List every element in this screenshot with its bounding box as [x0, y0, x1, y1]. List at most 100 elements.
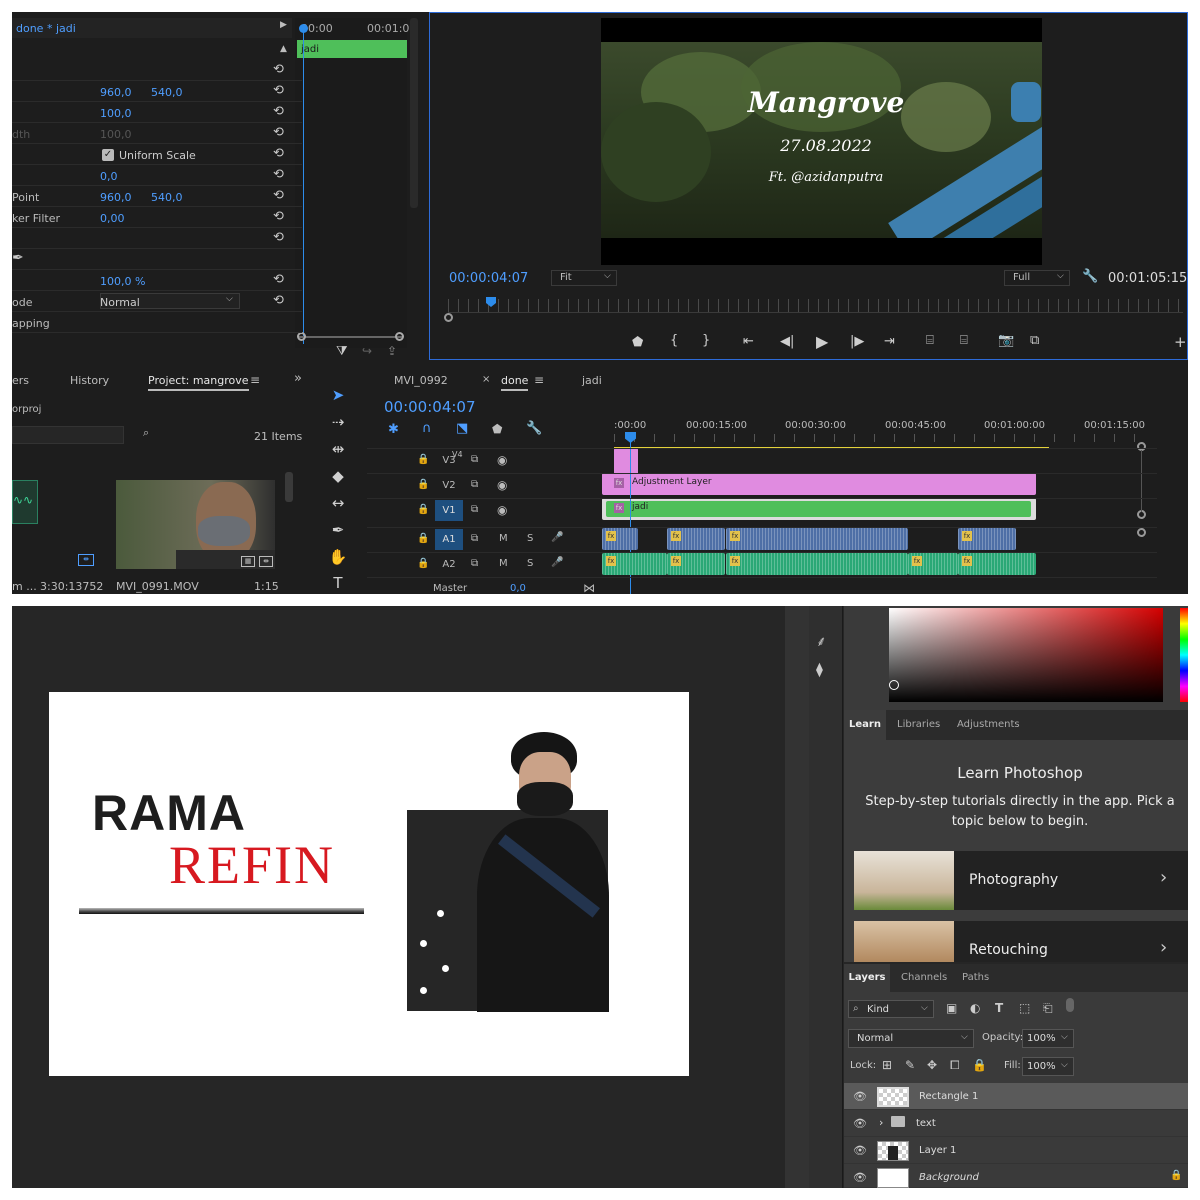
layer-rectangle-1[interactable]: 👁 Rectangle 1 — [844, 1083, 1188, 1110]
reset-icon[interactable]: ⟲ — [273, 62, 284, 77]
pen-tool-icon[interactable]: ✒ — [328, 521, 348, 539]
ec-playhead[interactable] — [303, 24, 304, 344]
sync-lock-icon[interactable]: ⧉ — [471, 533, 478, 544]
go-to-out-icon[interactable]: ⇥ — [884, 334, 895, 349]
reset-icon[interactable]: ⟲ — [273, 167, 284, 182]
clip-a2-audio[interactable]: fx — [908, 553, 958, 575]
effect-row-value1[interactable]: Uniform Scale — [119, 149, 196, 162]
effect-row-value1[interactable]: 960,0 — [100, 191, 132, 204]
chevron-right-icon[interactable]: › — [879, 1116, 883, 1129]
program-scrubber[interactable] — [448, 299, 1183, 313]
color-picker-cursor[interactable] — [889, 680, 899, 690]
reset-icon[interactable]: ⟲ — [273, 209, 284, 224]
layer-name[interactable]: text — [916, 1118, 936, 1129]
tab-layers[interactable]: Layers — [844, 964, 890, 992]
filter-smart-object-icon[interactable]: ⎗ — [1043, 1001, 1053, 1016]
hand-tool-icon[interactable]: ✋ — [328, 548, 348, 566]
project-item-audio[interactable]: ∿∿ — [12, 480, 38, 524]
linked-selection-icon[interactable]: ⬔ — [456, 421, 468, 436]
master-toggle-icon[interactable]: ⋈ — [583, 581, 595, 594]
tab-done[interactable]: done — [501, 374, 529, 391]
layer-group-text[interactable]: 👁 › text — [844, 1110, 1188, 1137]
lock-image-icon[interactable]: ✎ — [905, 1058, 915, 1072]
tab-adjustments[interactable]: Adjustments — [957, 719, 1020, 730]
eye-icon[interactable]: 👁 — [853, 1090, 867, 1103]
tab-project[interactable]: Project: mangrove — [148, 374, 249, 391]
fill-input[interactable]: 100% ⌵ — [1022, 1057, 1074, 1076]
reset-icon[interactable]: ⟲ — [273, 272, 284, 287]
reset-icon[interactable]: ⟲ — [273, 188, 284, 203]
lock-all-icon[interactable]: 🔒 — [972, 1058, 987, 1072]
clip-a1-audio[interactable]: fx — [726, 528, 908, 550]
adjustments-icon[interactable]: ⧫ — [816, 662, 823, 678]
eye-icon[interactable]: ◉ — [497, 453, 507, 467]
fit-dropdown[interactable]: Fit ⌵ — [551, 270, 617, 286]
lock-icon[interactable]: 🔒 — [417, 454, 429, 465]
effect-row-value2[interactable]: 540,0 — [151, 86, 183, 99]
reset-icon[interactable]: ⟲ — [273, 230, 284, 245]
color-field[interactable] — [889, 608, 1163, 702]
camera-icon[interactable]: 📷 — [998, 333, 1014, 348]
marker-icon[interactable]: ⬟ — [632, 335, 643, 350]
track-label[interactable]: A2 — [435, 554, 463, 575]
track-label[interactable]: V2 — [435, 475, 463, 496]
hue-slider[interactable] — [1180, 608, 1188, 702]
slip-tool-icon[interactable]: ↔ — [328, 494, 348, 512]
mark-out-icon[interactable]: } — [702, 333, 710, 348]
mic-icon[interactable]: 🎤 — [551, 532, 563, 543]
effect-row-value1[interactable]: 100,0 — [100, 128, 132, 141]
eye-icon[interactable]: ◉ — [497, 478, 507, 492]
clip-a2-audio[interactable]: fx — [667, 553, 725, 575]
wrench-icon[interactable]: 🔧 — [1082, 269, 1098, 284]
effect-row-value1[interactable]: 100,0 — [100, 107, 132, 120]
clip-a1-audio[interactable]: fx — [667, 528, 725, 550]
selection-tool-icon[interactable]: ➤ — [328, 386, 348, 404]
add-button-icon[interactable]: + — [1174, 333, 1187, 351]
lock-icon[interactable]: 🔒 — [417, 504, 429, 515]
extract-icon[interactable]: ⌸ — [960, 333, 968, 348]
tab-paths[interactable]: Paths — [962, 972, 989, 983]
search-input[interactable] — [12, 426, 124, 444]
brush-settings-icon[interactable]: ⸙ — [816, 632, 827, 651]
solo-button[interactable]: S — [527, 558, 533, 569]
timeline-wrench-icon[interactable]: 🔧 — [526, 421, 542, 436]
mute-button[interactable]: M — [499, 533, 508, 544]
tab-history[interactable]: History — [70, 374, 109, 387]
sync-lock-icon[interactable]: ⧉ — [471, 479, 478, 490]
filter-type-icon[interactable]: T — [995, 1001, 1003, 1015]
step-forward-icon[interactable]: |▶ — [850, 334, 864, 349]
filter-image-icon[interactable]: ▣ — [946, 1001, 957, 1015]
clip-a2-audio[interactable]: fx — [958, 553, 1036, 575]
ec-zoom-scroll[interactable] — [299, 336, 403, 338]
snap-icon[interactable]: ✱ — [388, 422, 399, 437]
track-label[interactable]: V1 — [435, 500, 463, 521]
lock-icon[interactable]: 🔒 — [417, 558, 429, 569]
tab-mvi0992[interactable]: MVI_0992 — [394, 374, 448, 387]
reset-icon[interactable]: ⟲ — [273, 125, 284, 140]
expand-arrow-icon[interactable]: ▲ — [280, 44, 287, 54]
bin-search-icon[interactable]: ⌕ — [143, 426, 149, 440]
filter-toggle-icon[interactable] — [1066, 998, 1074, 1012]
clip-a1-audio[interactable]: fx — [602, 528, 638, 550]
solo-button[interactable]: S — [527, 533, 533, 544]
effect-row-value1[interactable]: 100,0 % — [100, 275, 145, 288]
menu-icon[interactable]: ≡ — [250, 373, 260, 387]
opacity-input[interactable]: 100% ⌵ — [1022, 1029, 1074, 1048]
menu-icon[interactable]: ≡ — [534, 373, 544, 387]
mark-in-icon[interactable]: { — [670, 333, 678, 348]
mic-icon[interactable]: 🎤 — [551, 557, 563, 568]
effect-row-value1[interactable]: Normal — [100, 296, 140, 309]
effect-row-value1[interactable]: 960,0 — [100, 86, 132, 99]
track-select-tool-icon[interactable]: ⇢ — [328, 413, 348, 431]
layer-background[interactable]: 👁 Background 🔒 — [844, 1164, 1188, 1188]
tab-effects[interactable]: ers — [12, 374, 29, 387]
mute-button[interactable]: M — [499, 558, 508, 569]
quality-dropdown[interactable]: Full ⌵ — [1004, 270, 1070, 286]
layer-name[interactable]: Rectangle 1 — [919, 1091, 978, 1102]
canvas-person[interactable] — [459, 730, 609, 1012]
close-icon[interactable]: × — [482, 374, 490, 385]
loop-icon[interactable]: ↪ — [362, 344, 372, 358]
lock-icon[interactable]: 🔒 — [417, 479, 429, 490]
reset-icon[interactable]: ⟲ — [273, 83, 284, 98]
collapse-arrow-icon[interactable]: ▶ — [280, 20, 287, 30]
